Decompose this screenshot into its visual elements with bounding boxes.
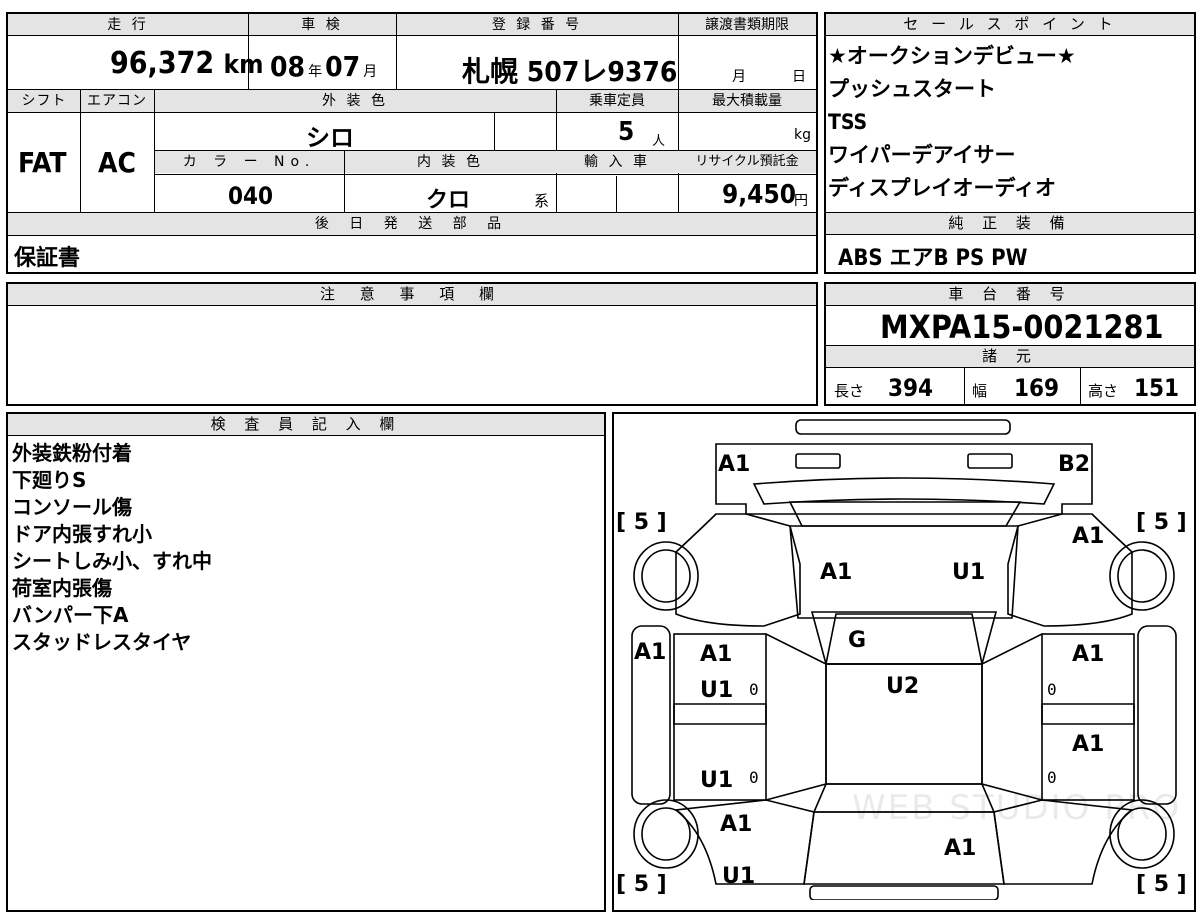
max-load-unit: kg <box>794 127 811 143</box>
inspector-notes: 外装鉄粉付着 下廻りS コンソール傷 ドア内張すれ小 シートしみ小、すれ中 荷室… <box>12 440 212 656</box>
inspector-note: バンパー下A <box>12 603 129 627</box>
sales-point: プッシュスタート <box>828 77 996 101</box>
damage-mark: A1 <box>720 812 753 837</box>
recycle-label: リサイクル預託金 <box>695 154 799 169</box>
door-zero-mark: 0 <box>749 768 759 787</box>
recycle-value: 9,450 <box>722 180 796 210</box>
shift-label: シフト <box>21 93 67 109</box>
registration-number: 札幌 507レ9376 <box>462 55 678 88</box>
damage-mark: A1 <box>1072 524 1105 549</box>
specs-header: 諸 元 <box>826 346 1194 368</box>
exterior-color-label: 外 装 色 <box>322 93 388 109</box>
door-zero-mark: 0 <box>1047 768 1057 787</box>
damage-mark: U2 <box>886 674 920 699</box>
damage-mark: U1 <box>722 864 756 889</box>
equipment-header: 純 正 装 備 <box>826 213 1194 235</box>
shift-value: FAT <box>18 146 67 179</box>
damage-mark: A1 <box>700 642 733 667</box>
mileage-value: 96,372 km <box>110 46 264 81</box>
inspector-note: 荷室内張傷 <box>12 576 112 600</box>
transfer-day-unit: 日 <box>792 69 806 85</box>
inspector-header: 検 査 員 記 入 欄 <box>8 414 604 436</box>
damage-mark: U1 <box>700 678 734 703</box>
tire-tread-depth: [ 5 ] <box>1136 872 1187 897</box>
damage-mark: B2 <box>1058 452 1091 477</box>
inspector-note: ドア内張すれ小 <box>12 522 152 546</box>
inspector-note: コンソール傷 <box>12 495 132 519</box>
sales-point: ★オークションデビュー★ <box>828 44 1076 68</box>
sales-point: TSS <box>828 110 868 134</box>
height-label: 高さ <box>1088 382 1119 400</box>
damage-mark: U1 <box>700 768 734 793</box>
damage-mark: A1 <box>944 836 977 861</box>
later-parts-value: 保証書 <box>14 246 81 271</box>
damage-mark: A1 <box>1072 732 1105 757</box>
damage-mark: A1 <box>1072 642 1105 667</box>
interior-color-label: 内 装 色 <box>417 154 483 170</box>
sales-points-list: ★オークションデビュー★ プッシュスタート TSS ワイパーデアイサー ディスプ… <box>828 40 1076 205</box>
inspector-note: スタッドレスタイヤ <box>12 630 192 654</box>
transfer-deadline-label: 譲渡書類期限 <box>705 17 789 33</box>
capacity-value: 5 <box>618 117 635 147</box>
inspection-label: 車 検 <box>301 17 343 33</box>
tire-tread-depth: [ 5 ] <box>616 872 667 897</box>
color-no-value: 040 <box>228 182 274 210</box>
exterior-color-value: シロ <box>306 124 354 152</box>
length-label: 長さ <box>834 382 865 400</box>
max-load-label: 最大積載量 <box>712 93 782 109</box>
damage-mark: A1 <box>634 640 667 665</box>
later-parts-label: 後 日 発 送 部 品 <box>314 216 510 232</box>
registration-label: 登 録 番 号 <box>491 17 583 33</box>
inspector-note: 下廻りS <box>12 468 87 492</box>
equipment-value: ABS エアB PS PW <box>838 246 1028 271</box>
import-label: 輸 入 車 <box>584 154 650 170</box>
interior-color-value: クロ <box>426 188 471 213</box>
color-no-label: カ ラ ー No. <box>182 154 316 170</box>
caution-header: 注 意 事 項 欄 <box>8 284 816 306</box>
inspector-note: 外装鉄粉付着 <box>12 441 132 465</box>
inspection-value: 08 年 07 月 <box>270 50 378 83</box>
inspector-note: シートしみ小、すれ中 <box>12 549 212 573</box>
sales-points-header: セ ー ル ス ポ イ ン ト <box>826 14 1194 36</box>
ac-value: AC <box>98 146 136 179</box>
length-value: 394 <box>888 374 934 402</box>
door-zero-mark: 0 <box>1047 680 1057 699</box>
damage-mark: G <box>848 628 867 653</box>
sales-point: ディスプレイオーディオ <box>828 176 1057 200</box>
damage-mark: A1 <box>820 560 853 585</box>
door-zero-mark: 0 <box>749 680 759 699</box>
capacity-unit: 人 <box>652 134 666 149</box>
transfer-month-unit: 月 <box>732 69 746 85</box>
width-label: 幅 <box>972 382 988 400</box>
damage-mark: A1 <box>718 452 751 477</box>
chassis-header: 車 台 番 号 <box>826 284 1194 306</box>
interior-color-unit: 系 <box>534 192 550 210</box>
chassis-number: MXPA15-0021281 <box>880 308 1164 346</box>
mileage-label: 走 行 <box>107 17 149 33</box>
sales-point: ワイパーデアイサー <box>828 143 1016 167</box>
ac-label: エアコン <box>87 93 147 109</box>
tire-tread-depth: [ 5 ] <box>1136 510 1187 535</box>
capacity-label: 乗車定員 <box>589 93 645 109</box>
height-value: 151 <box>1134 374 1180 402</box>
damage-mark: U1 <box>952 560 986 585</box>
recycle-unit: 円 <box>794 193 808 209</box>
watermark: WEB STUDIO PRO <box>852 788 1182 828</box>
tire-tread-depth: [ 5 ] <box>616 510 667 535</box>
width-value: 169 <box>1014 374 1060 402</box>
